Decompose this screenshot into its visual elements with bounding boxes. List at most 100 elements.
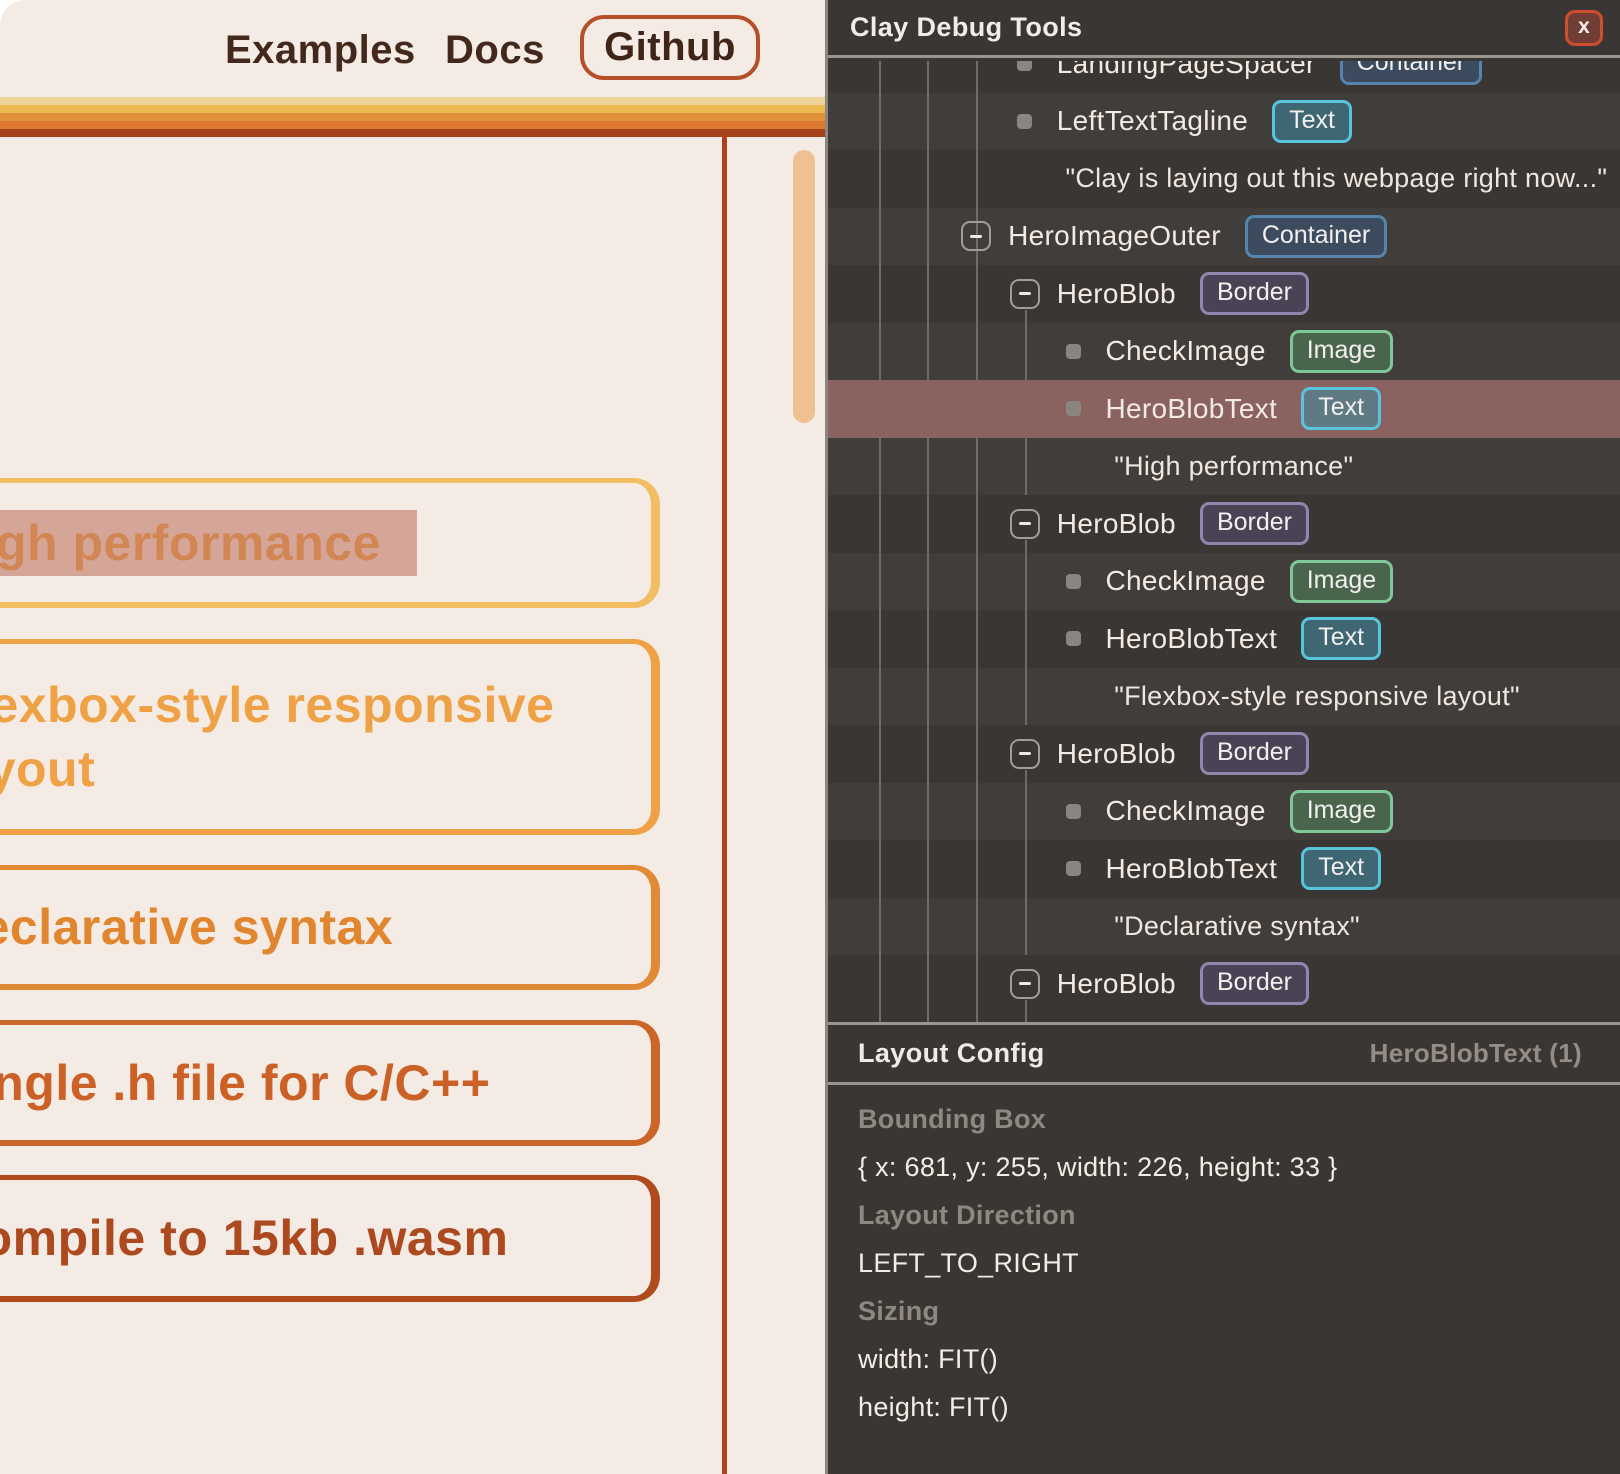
tree-element-row[interactable]: HeroImageOuterContainer bbox=[828, 208, 1620, 266]
element-name: HeroBlobText bbox=[1106, 623, 1278, 655]
collapse-expander-icon[interactable] bbox=[961, 221, 991, 251]
minus-icon bbox=[1019, 982, 1031, 985]
debug-panel-header: Clay Debug Tools x bbox=[828, 0, 1620, 58]
element-text-content: "Flexbox-style responsive layout" bbox=[1114, 681, 1520, 712]
element-type-badge: Text bbox=[1301, 387, 1381, 430]
element-type-badge: Image bbox=[1290, 790, 1393, 833]
tree-marker bbox=[1010, 61, 1040, 79]
feature-box-text: Flexbox-style responsive layout bbox=[0, 673, 585, 801]
tree-element-row[interactable]: LandingPageSpacerContainer bbox=[828, 61, 1620, 93]
element-type-badge: Image bbox=[1290, 560, 1393, 603]
tree-marker bbox=[1059, 796, 1089, 826]
element-type-badge: Image bbox=[1290, 330, 1393, 373]
collapse-expander-icon[interactable] bbox=[1010, 279, 1040, 309]
tree-marker bbox=[1010, 279, 1040, 309]
page-scrollbar-thumb[interactable] bbox=[793, 150, 815, 423]
minus-icon bbox=[1019, 752, 1031, 755]
collapse-expander-icon[interactable] bbox=[1010, 969, 1040, 999]
tree-element-row[interactable]: HeroBlobBorder bbox=[828, 495, 1620, 553]
tree-element-row[interactable]: HeroBlob Border bbox=[828, 725, 1620, 783]
tree-text-preview-row[interactable]: "Declarative syntax" bbox=[828, 898, 1620, 956]
tree-text-preview-row[interactable]: "High performance" bbox=[828, 438, 1620, 496]
tree-marker bbox=[1059, 336, 1089, 366]
stripe-2 bbox=[0, 105, 828, 113]
tree-indent-guide bbox=[1025, 540, 1027, 725]
leaf-bullet-icon bbox=[1017, 114, 1032, 129]
tree-element-row[interactable]: HeroBlobText Text bbox=[828, 380, 1620, 438]
minus-icon bbox=[970, 235, 982, 238]
tree-element-row[interactable]: HeroBlobText Text bbox=[828, 610, 1620, 668]
tree-element-row[interactable]: CheckImage Image bbox=[828, 553, 1620, 611]
leaf-bullet-icon bbox=[1066, 574, 1081, 589]
layout-config-body: Bounding Box{ x: 681, y: 255, width: 226… bbox=[828, 1088, 1620, 1474]
tree-element-row[interactable]: HeroBlobTextText bbox=[828, 840, 1620, 898]
leaf-bullet-icon bbox=[1066, 804, 1081, 819]
retro-stripe-band bbox=[0, 97, 828, 137]
tree-element-row[interactable]: CheckImageImage bbox=[828, 323, 1620, 381]
tree-text-preview-row[interactable]: "Flexbox-style responsive layout" bbox=[828, 668, 1620, 726]
layout-config-header: Layout Config HeroBlobText (1) bbox=[828, 1025, 1620, 1085]
leaf-bullet-icon bbox=[1066, 401, 1081, 416]
leaf-bullet-icon bbox=[1066, 861, 1081, 876]
config-value: width: FIT() bbox=[858, 1335, 1590, 1383]
element-type-badge: Border bbox=[1200, 732, 1309, 775]
feature-box: Flexbox-style responsive layout bbox=[0, 639, 660, 835]
collapse-expander-icon[interactable] bbox=[1010, 739, 1040, 769]
element-text-content: "Declarative syntax" bbox=[1114, 911, 1360, 942]
debug-panel-title: Clay Debug Tools bbox=[850, 12, 1082, 43]
clay-debug-tools-panel: Clay Debug Tools x LandingPageSpacerCont… bbox=[825, 0, 1620, 1474]
element-name: HeroBlob bbox=[1057, 968, 1176, 1000]
element-name: HeroImageOuter bbox=[1008, 220, 1221, 252]
tree-indent-guide bbox=[927, 61, 929, 1025]
tree-element-row[interactable]: HeroBlob Border bbox=[828, 955, 1620, 1013]
element-name: HeroBlob bbox=[1057, 278, 1176, 310]
element-type-badge: Border bbox=[1200, 962, 1309, 1005]
feature-box-text: Declarative syntax bbox=[0, 895, 585, 959]
collapse-expander-icon[interactable] bbox=[1010, 509, 1040, 539]
close-button[interactable]: x bbox=[1565, 10, 1603, 46]
element-type-badge: Text bbox=[1301, 617, 1381, 660]
config-label: Sizing bbox=[858, 1287, 1590, 1335]
leaf-bullet-icon bbox=[1017, 61, 1032, 71]
tree-indent-guide bbox=[976, 61, 978, 1025]
element-name: HeroBlob bbox=[1057, 738, 1176, 770]
tree-marker bbox=[1059, 624, 1089, 654]
element-text-content: "High performance" bbox=[1114, 451, 1353, 482]
element-name: CheckImage bbox=[1106, 795, 1266, 827]
tree-marker bbox=[961, 221, 991, 251]
github-button[interactable]: Github bbox=[580, 15, 760, 80]
leaf-bullet-icon bbox=[1066, 631, 1081, 646]
element-name: HeroBlob bbox=[1057, 508, 1176, 540]
stripe-3 bbox=[0, 113, 828, 121]
stripe-4 bbox=[0, 121, 828, 129]
tree-marker bbox=[1010, 969, 1040, 999]
tree-marker bbox=[1010, 106, 1040, 136]
stripe-1 bbox=[0, 97, 828, 105]
nav-link-docs[interactable]: Docs bbox=[445, 28, 545, 73]
leaf-bullet-icon bbox=[1066, 344, 1081, 359]
element-name: CheckImage bbox=[1106, 565, 1266, 597]
nav-link-examples[interactable]: Examples bbox=[225, 28, 416, 73]
element-type-badge: Container bbox=[1340, 61, 1482, 85]
feature-box: Single .h file for C/C++ bbox=[0, 1020, 660, 1146]
config-label: Layout Direction bbox=[858, 1191, 1590, 1239]
tree-marker bbox=[1059, 394, 1089, 424]
feature-box: Compile to 15kb .wasm bbox=[0, 1175, 660, 1302]
minus-icon bbox=[1019, 292, 1031, 295]
tree-marker bbox=[1010, 739, 1040, 769]
element-type-badge: Text bbox=[1272, 100, 1352, 143]
element-name: HeroBlobText bbox=[1106, 393, 1278, 425]
config-value: { x: 681, y: 255, width: 226, height: 33… bbox=[858, 1143, 1590, 1191]
tree-element-row[interactable]: CheckImage Image bbox=[828, 783, 1620, 841]
element-tree: LandingPageSpacerContainerLeftTextTaglin… bbox=[828, 61, 1620, 1025]
feature-box: Declarative syntax bbox=[0, 865, 660, 990]
stripe-5 bbox=[0, 129, 828, 137]
tree-indent-guide bbox=[1025, 1000, 1027, 1025]
selected-element-label: HeroBlobText (1) bbox=[1370, 1038, 1582, 1069]
tree-element-row[interactable]: LeftTextTaglineText bbox=[828, 93, 1620, 151]
tree-marker bbox=[1059, 566, 1089, 596]
tree-element-row[interactable]: HeroBlobBorder bbox=[828, 265, 1620, 323]
tree-marker bbox=[1010, 509, 1040, 539]
layout-config-title: Layout Config bbox=[858, 1038, 1045, 1069]
tree-text-preview-row[interactable]: "Clay is laying out this webpage right n… bbox=[828, 150, 1620, 208]
